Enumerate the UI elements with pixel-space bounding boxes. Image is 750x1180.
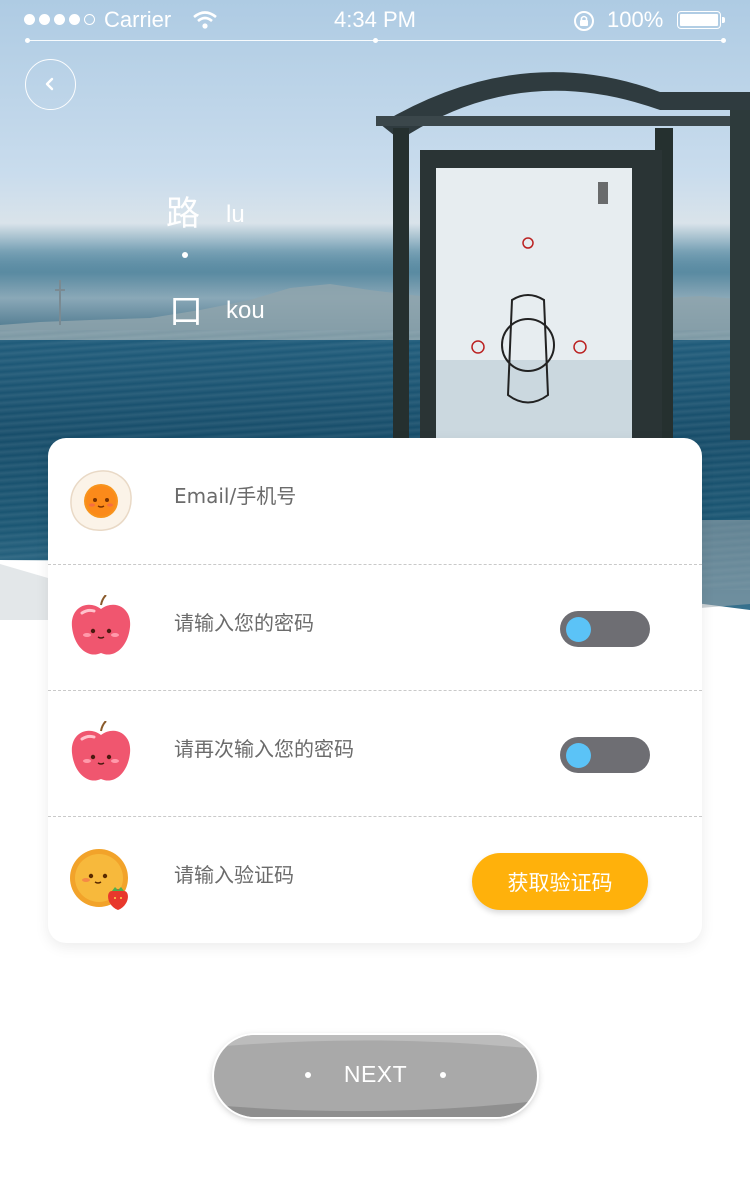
toggle-knob [566, 743, 591, 768]
title-pinyin-kou: kou [226, 297, 265, 324]
password-row [48, 564, 702, 690]
confirm-password-visibility-toggle[interactable] [560, 737, 650, 773]
title-separator-dot [182, 252, 188, 258]
chevron-left-icon [45, 77, 54, 91]
status-divider [25, 38, 726, 43]
battery-percent: 100% [607, 7, 664, 32]
toggle-knob [566, 617, 591, 642]
verification-code-row: 获取验证码 [48, 816, 702, 942]
register-form: 获取验证码 [48, 438, 702, 943]
battery-icon [677, 11, 725, 29]
confirm-password-row [48, 690, 702, 816]
password-input[interactable] [174, 611, 534, 635]
back-button[interactable] [25, 59, 76, 110]
verification-code-input[interactable] [174, 863, 434, 887]
fried-egg-icon [70, 470, 132, 531]
status-bar: Carrier 4:34 PM 100% [0, 0, 750, 43]
password-visibility-toggle[interactable] [560, 611, 650, 647]
next-label: NEXT [343, 1061, 408, 1087]
next-right-dot [440, 1072, 446, 1078]
confirm-password-input[interactable] [174, 737, 534, 761]
next-button[interactable]: NEXT [214, 1035, 537, 1117]
get-code-button[interactable]: 获取验证码 [472, 853, 648, 910]
title-char-kou: 口 [169, 292, 203, 332]
rotation-lock-icon [574, 11, 594, 31]
apple-icon [71, 721, 131, 781]
title-pinyin-lu: lu [226, 201, 245, 228]
cookie-strawberry-icon [70, 849, 128, 910]
email-input[interactable] [174, 484, 534, 508]
email-row [48, 438, 702, 563]
title-char-lu: 路 [166, 194, 200, 234]
apple-icon [71, 595, 131, 655]
